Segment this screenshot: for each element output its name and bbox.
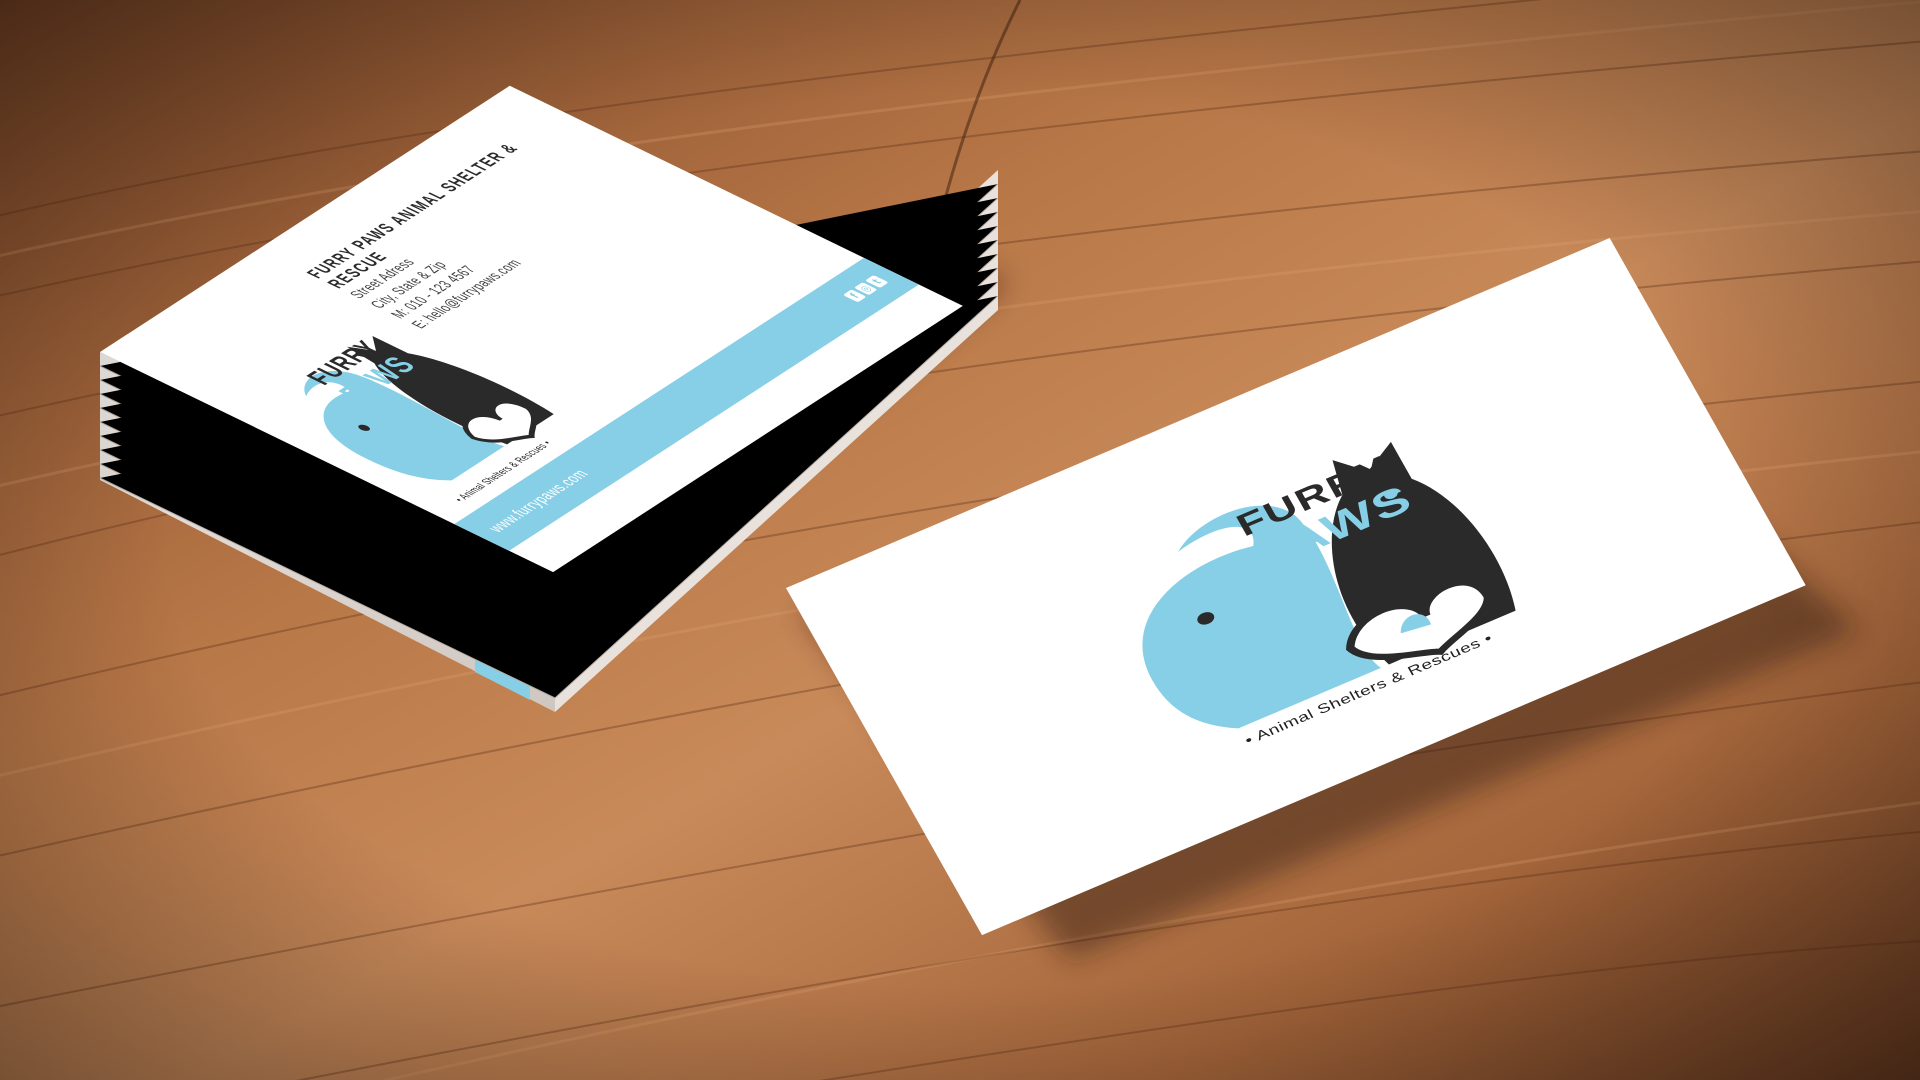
social-icons: f ◎ t	[842, 274, 888, 302]
